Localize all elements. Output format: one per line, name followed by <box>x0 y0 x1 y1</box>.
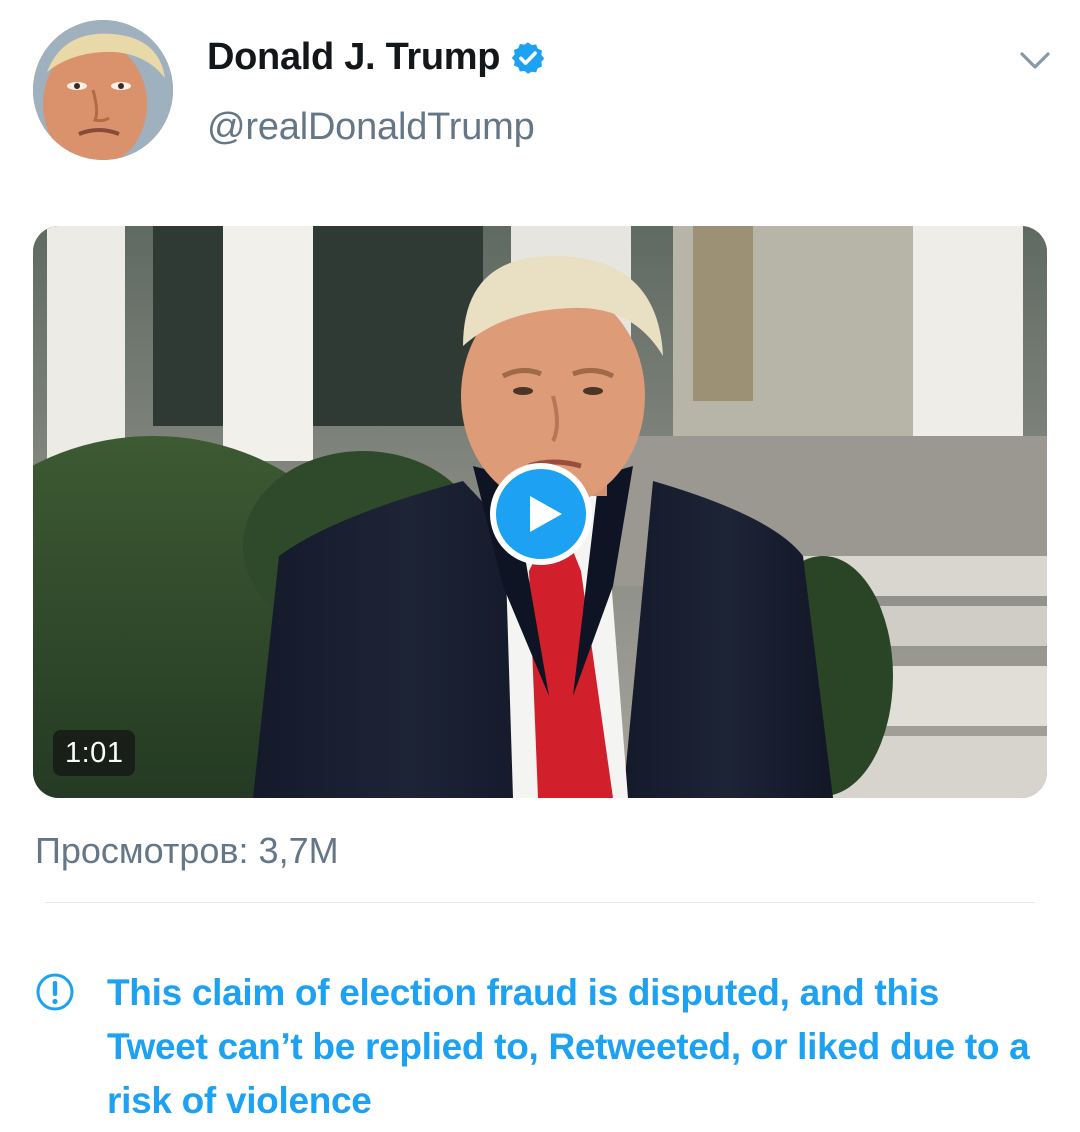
exclamation-circle-icon <box>36 973 74 1011</box>
display-name[interactable]: Donald J. Trump <box>207 36 501 79</box>
play-button[interactable] <box>490 463 592 565</box>
divider <box>45 902 1035 903</box>
notice-text[interactable]: This claim of election fraud is disputed… <box>107 966 1047 1128</box>
avatar-portrait <box>33 20 173 160</box>
author-name-row: Donald J. Trump <box>207 36 546 79</box>
tweet-header: Donald J. Trump @realDonaldTrump <box>0 0 1080 200</box>
video-duration-badge: 1:01 <box>53 730 136 776</box>
avatar[interactable] <box>33 20 173 160</box>
video-player[interactable]: 1:01 <box>33 226 1047 798</box>
author-handle[interactable]: @realDonaldTrump <box>207 106 535 149</box>
verified-badge-icon <box>512 41 545 74</box>
play-icon <box>530 496 562 532</box>
chevron-down-icon[interactable] <box>1018 48 1052 72</box>
view-count: Просмотров: 3,7M <box>35 830 339 871</box>
